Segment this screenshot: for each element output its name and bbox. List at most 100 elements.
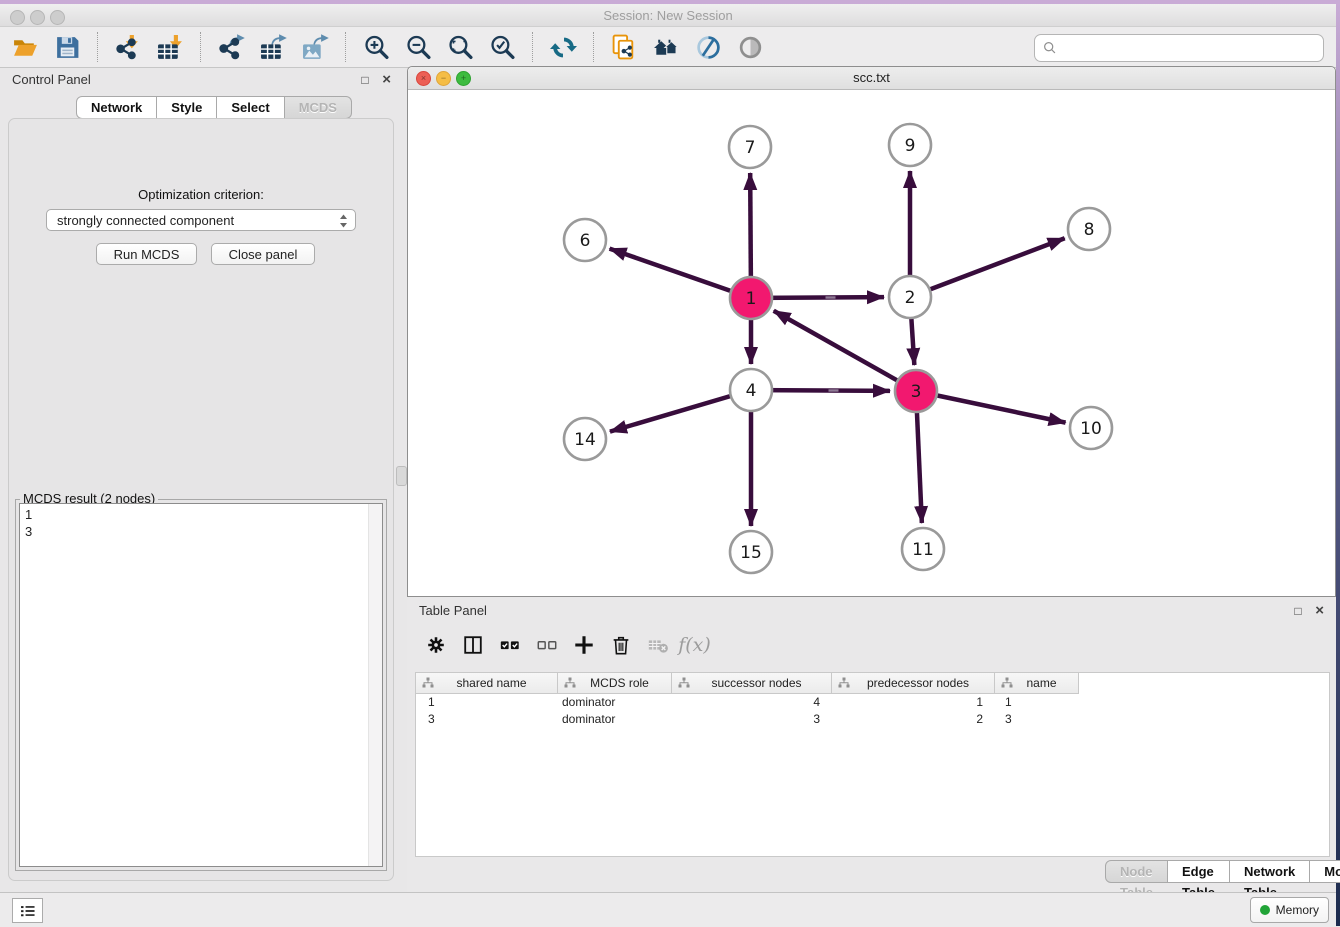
first-neighbors-icon[interactable] bbox=[646, 29, 686, 65]
tab-style[interactable]: Style bbox=[157, 96, 217, 119]
desktop-edge-right bbox=[1336, 4, 1340, 926]
vizmapper-icon[interactable] bbox=[688, 29, 728, 65]
column-header-successor-nodes[interactable]: successor nodes bbox=[672, 673, 832, 694]
svg-text:14: 14 bbox=[574, 430, 596, 450]
graph-node-15[interactable]: 15 bbox=[730, 531, 772, 573]
memory-button[interactable]: Memory bbox=[1250, 897, 1329, 923]
graph-edge-3-10[interactable] bbox=[916, 391, 1066, 423]
graph-node-8[interactable]: 8 bbox=[1068, 208, 1110, 250]
close-panel-button[interactable]: Close panel bbox=[211, 243, 315, 265]
network-view-window: × − + scc.txt 7 9 6 8 1 2 4 3 14 10 15 11 bbox=[407, 66, 1336, 597]
graph-node-7[interactable]: 7 bbox=[729, 126, 771, 168]
search-box[interactable] bbox=[1034, 34, 1324, 62]
import-table-icon[interactable] bbox=[150, 29, 190, 65]
graph-edge-1-6[interactable] bbox=[610, 249, 751, 298]
tab-node-table[interactable]: Node Table bbox=[1105, 860, 1168, 883]
export-table-icon[interactable] bbox=[253, 29, 293, 65]
cell: 3 bbox=[995, 711, 1079, 728]
graph-node-11[interactable]: 11 bbox=[902, 528, 944, 570]
graph-node-6[interactable]: 6 bbox=[564, 219, 606, 261]
graph-node-4[interactable]: 4 bbox=[730, 369, 772, 411]
add-row-icon[interactable] bbox=[565, 627, 602, 663]
tab-edge-table[interactable]: Edge Table bbox=[1168, 860, 1230, 883]
criterion-dropdown[interactable]: strongly connected component bbox=[46, 209, 356, 231]
mcds-result-box[interactable]: 1 3 bbox=[19, 503, 383, 867]
search-icon bbox=[1043, 41, 1057, 55]
cell: dominator bbox=[558, 711, 672, 728]
vertical-splitter-grip[interactable] bbox=[396, 466, 407, 486]
close-panel-icon[interactable]: × bbox=[382, 71, 391, 88]
network-window-titlebar[interactable]: × − + scc.txt bbox=[408, 67, 1335, 90]
table-body: 1dominator4113dominator323 bbox=[416, 694, 1329, 728]
graph-edge-3-1[interactable] bbox=[774, 311, 916, 391]
table-row[interactable]: 3dominator323 bbox=[416, 711, 1329, 728]
cell: 2 bbox=[832, 711, 995, 728]
main-toolbar bbox=[0, 27, 1336, 68]
column-header-predecessor-nodes[interactable]: predecessor nodes bbox=[832, 673, 995, 694]
control-panel-tabs: NetworkStyleSelectMCDS bbox=[76, 96, 352, 119]
import-network-icon[interactable] bbox=[108, 29, 148, 65]
table-row[interactable]: 1dominator411 bbox=[416, 694, 1329, 711]
graph-edge-2-8[interactable] bbox=[910, 238, 1065, 297]
svg-text:10: 10 bbox=[1080, 419, 1102, 439]
graph-node-2[interactable]: 2 bbox=[889, 276, 931, 318]
graph-node-10[interactable]: 10 bbox=[1070, 407, 1112, 449]
tab-network[interactable]: Network bbox=[76, 96, 157, 119]
function-builder-icon[interactable]: f(x) bbox=[676, 627, 713, 663]
search-input[interactable] bbox=[1061, 37, 1323, 59]
task-history-button[interactable] bbox=[12, 898, 43, 923]
delete-table-icon[interactable] bbox=[639, 627, 676, 663]
graph-node-1[interactable]: 1 bbox=[730, 277, 772, 319]
zoom-out-icon[interactable] bbox=[398, 29, 438, 65]
result-scrollbar[interactable] bbox=[368, 504, 382, 866]
control-panel: Control Panel □ × NetworkStyleSelectMCDS… bbox=[0, 69, 403, 892]
refresh-layout-icon[interactable] bbox=[543, 29, 583, 65]
cell: 1 bbox=[995, 694, 1079, 711]
open-network-file-icon[interactable] bbox=[604, 29, 644, 65]
close-table-panel-icon[interactable]: × bbox=[1315, 602, 1324, 619]
table-toolbar: f(x) bbox=[417, 623, 713, 667]
zoom-fit-icon[interactable] bbox=[440, 29, 480, 65]
column-header-name[interactable]: name bbox=[995, 673, 1079, 694]
export-image-icon[interactable] bbox=[295, 29, 335, 65]
column-header-shared-name[interactable]: shared name bbox=[416, 673, 558, 694]
edge-label-tick bbox=[826, 296, 836, 298]
column-header-MCDS-role[interactable]: MCDS role bbox=[558, 673, 672, 694]
open-session-icon[interactable] bbox=[5, 29, 45, 65]
run-mcds-button[interactable]: Run MCDS bbox=[96, 243, 197, 265]
svg-text:8: 8 bbox=[1084, 220, 1095, 240]
session-title: Session: New Session bbox=[0, 8, 1336, 23]
column-label: predecessor nodes bbox=[857, 676, 969, 690]
zoom-in-icon[interactable] bbox=[356, 29, 396, 65]
network-graph-canvas[interactable]: 7 9 6 8 1 2 4 3 14 10 15 11 bbox=[408, 89, 1335, 596]
graph-node-14[interactable]: 14 bbox=[564, 418, 606, 460]
column-label: MCDS role bbox=[580, 676, 649, 690]
network-file-title: scc.txt bbox=[408, 70, 1335, 85]
toolbar-separator bbox=[97, 32, 98, 62]
clear-all-checks-icon[interactable] bbox=[528, 627, 565, 663]
dropdown-chevrons-icon bbox=[339, 213, 348, 229]
float-panel-icon[interactable]: □ bbox=[361, 73, 368, 87]
tab-mcds[interactable]: MCDS bbox=[285, 96, 352, 119]
tab-select[interactable]: Select bbox=[217, 96, 284, 119]
delete-row-icon[interactable] bbox=[602, 627, 639, 663]
float-table-panel-icon[interactable]: □ bbox=[1294, 604, 1301, 618]
select-all-checks-icon[interactable] bbox=[491, 627, 528, 663]
table-options-icon[interactable] bbox=[417, 627, 454, 663]
column-label: shared name bbox=[446, 676, 526, 690]
cell: 3 bbox=[672, 711, 832, 728]
show-columns-icon[interactable] bbox=[454, 627, 491, 663]
mcds-panel: Optimization criterion: strongly connect… bbox=[8, 118, 394, 881]
table-header-row: shared name MCDS role successor nodes prede… bbox=[416, 673, 1329, 694]
zoom-selected-icon[interactable] bbox=[482, 29, 522, 65]
graph-node-3[interactable]: 3 bbox=[895, 370, 937, 412]
show-graphics-details-icon[interactable] bbox=[730, 29, 770, 65]
tab-motifs[interactable]: Motifs bbox=[1310, 860, 1340, 883]
tab-network-table[interactable]: Network Table bbox=[1230, 860, 1310, 883]
graph-node-9[interactable]: 9 bbox=[889, 124, 931, 166]
column-label: name bbox=[1016, 676, 1056, 690]
save-session-icon[interactable] bbox=[47, 29, 87, 65]
toolbar-separator bbox=[532, 32, 533, 62]
table-tabs: Node TableEdge TableNetwork TableMotifs bbox=[1105, 860, 1340, 883]
export-network-icon[interactable] bbox=[211, 29, 251, 65]
